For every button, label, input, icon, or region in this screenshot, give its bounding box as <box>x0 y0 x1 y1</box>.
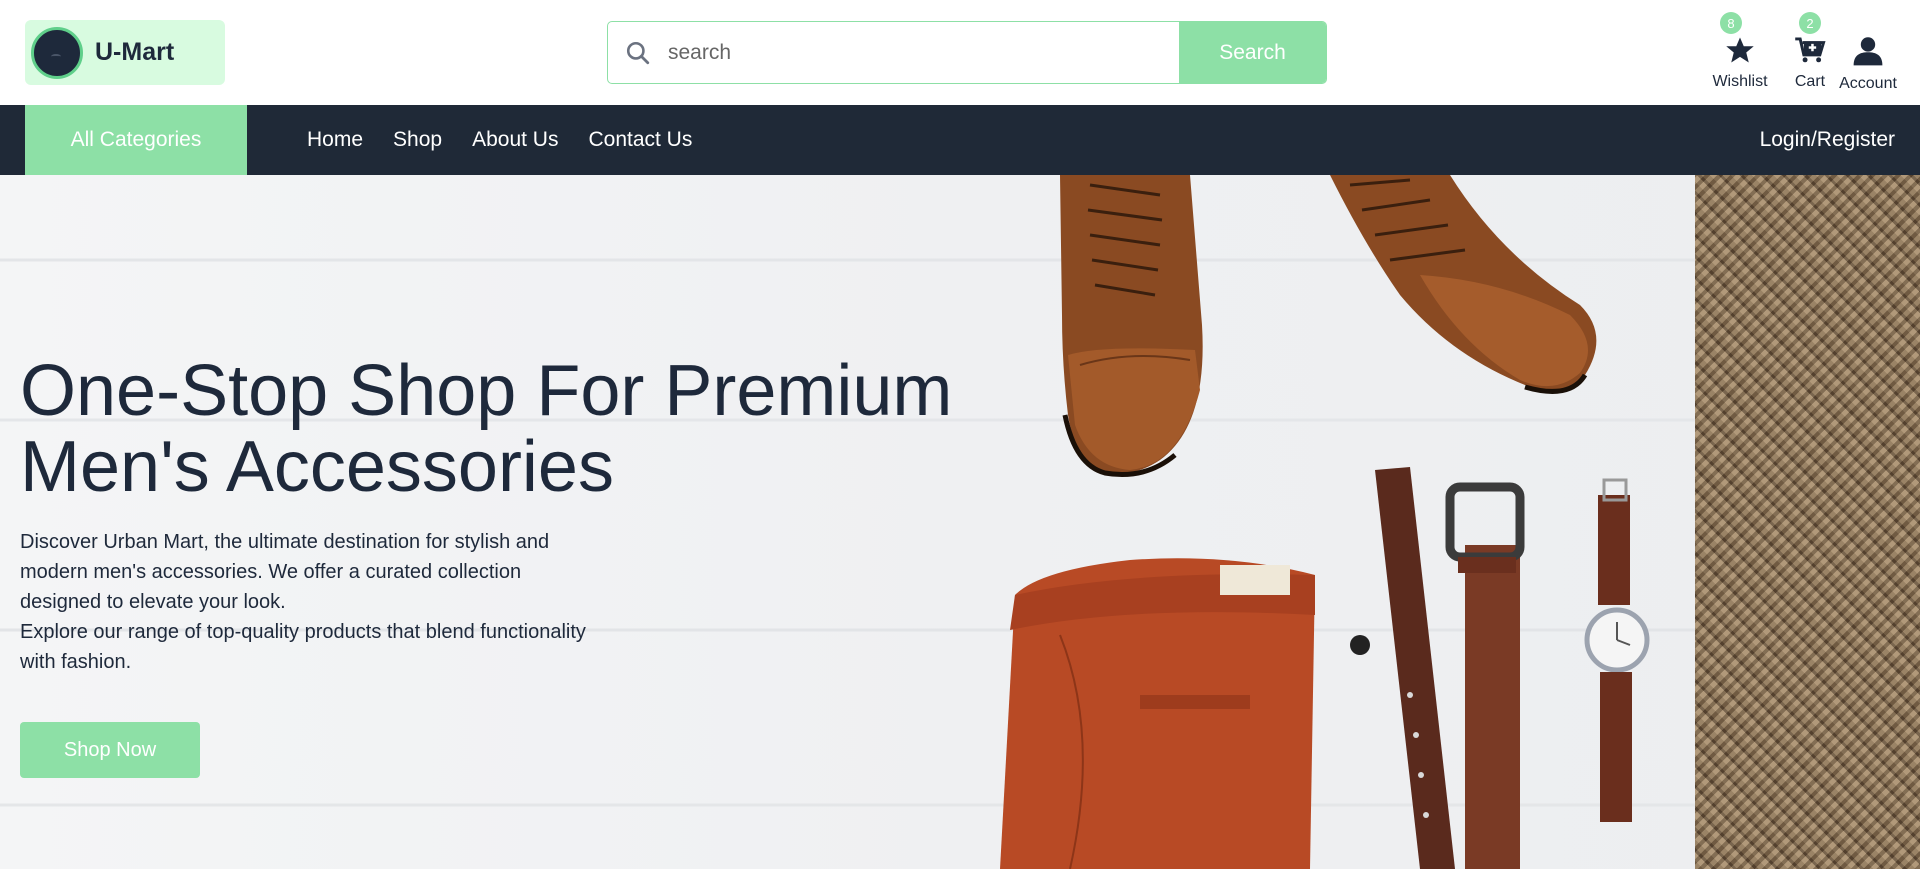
nav-links: Home Shop About Us Contact Us <box>307 105 692 175</box>
wishlist-button[interactable]: 8 Wishlist <box>1708 12 1772 91</box>
nav-link-contact[interactable]: Contact Us <box>588 128 692 152</box>
account-label: Account <box>1839 75 1897 92</box>
hero-title-line-2: Men's Accessories <box>20 427 614 507</box>
hero-desc-line-4: Explore our range of top-quality product… <box>20 621 586 643</box>
search-bar: Search <box>607 21 1327 84</box>
search-input[interactable] <box>668 22 1179 83</box>
right-boot-image <box>1330 175 1597 394</box>
buckle-belt-image <box>1445 482 1525 869</box>
left-boot-image <box>1060 175 1203 478</box>
wishlist-count-badge: 8 <box>1720 12 1742 34</box>
star-icon <box>1725 36 1755 69</box>
nav-link-shop[interactable]: Shop <box>393 128 442 152</box>
woven-rug <box>1695 175 1920 869</box>
logo-mark <box>31 26 83 79</box>
cart-button[interactable]: 2 Cart <box>1790 12 1830 91</box>
hero-title: One-Stop Shop For Premium Men's Accessor… <box>20 353 1020 505</box>
chinos-image <box>1000 558 1370 869</box>
all-categories-button[interactable]: All Categories <box>25 105 247 175</box>
hero-banner: One-Stop Shop For Premium Men's Accessor… <box>0 175 1920 869</box>
nav-link-home[interactable]: Home <box>307 128 363 152</box>
cart-plus-icon <box>1794 36 1826 69</box>
product-photo <box>1000 175 1650 869</box>
brand-logo[interactable]: U-Mart <box>25 20 225 85</box>
hero-desc-line-2: modern men's accessories. We offer a cur… <box>20 561 522 583</box>
main-nav: All Categories Home Shop About Us Contac… <box>0 105 1920 175</box>
brand-name: U-Mart <box>95 38 175 66</box>
nav-link-about[interactable]: About Us <box>472 128 558 152</box>
header: U-Mart Search 8 Wishlist 2 Cart Acco <box>0 0 1920 105</box>
hero-desc-line-1: Discover Urban Mart, the ultimate destin… <box>20 531 550 553</box>
dark-belt-image <box>1375 467 1455 869</box>
hero-description: Discover Urban Mart, the ultimate destin… <box>20 527 660 677</box>
cart-count-badge: 2 <box>1799 12 1821 34</box>
login-register-link[interactable]: Login/Register <box>1760 105 1895 175</box>
watch-image <box>1584 478 1650 822</box>
cart-label: Cart <box>1794 73 1826 90</box>
search-button[interactable]: Search <box>1179 22 1326 83</box>
search-icon <box>608 22 668 83</box>
hero-title-line-1: One-Stop Shop For Premium <box>20 351 953 431</box>
hero-desc-line-5: with fashion. <box>20 651 132 673</box>
hero-desc-line-3: designed to elevate your look. <box>20 591 286 613</box>
account-button[interactable]: Account <box>1830 16 1906 93</box>
wishlist-label: Wishlist <box>1712 73 1768 90</box>
user-icon <box>1851 36 1885 71</box>
shop-now-button[interactable]: Shop Now <box>20 722 200 778</box>
